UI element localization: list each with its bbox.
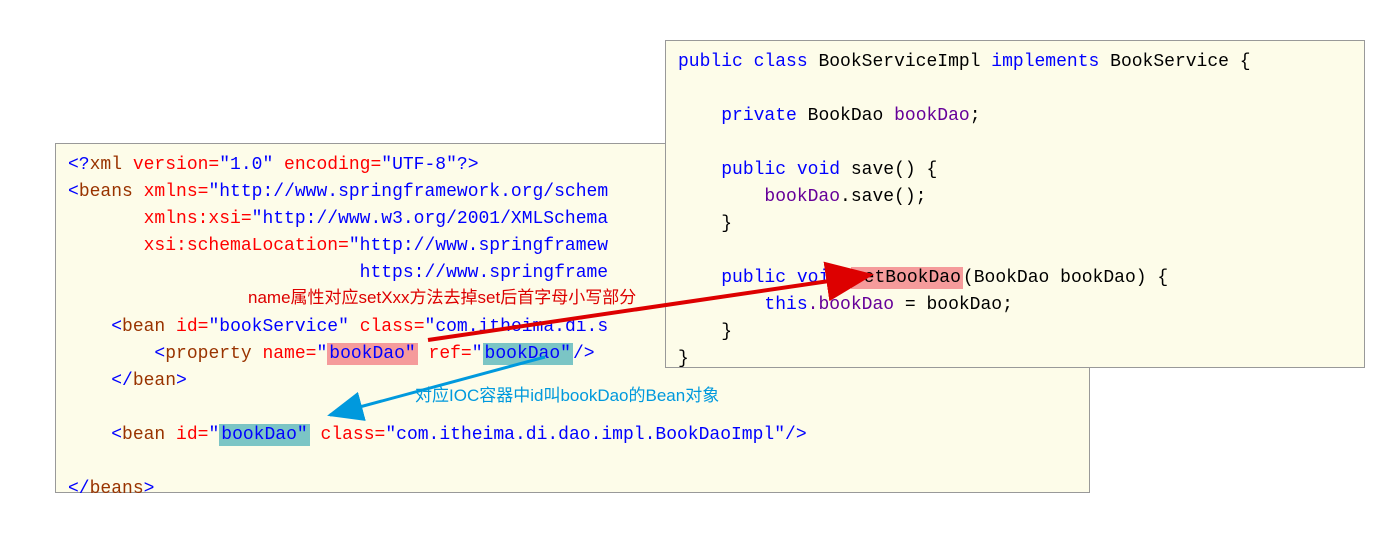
xml-decl-open: <? [68, 155, 90, 175]
prop-name-q2: " [405, 344, 416, 364]
kw-this: this [764, 295, 807, 315]
xml-encoding-val: "UTF-8" [381, 155, 457, 175]
beans-close-gt: > [144, 479, 155, 499]
xml-decl-close: ?> [457, 155, 479, 175]
kw-public2: public [721, 160, 786, 180]
bean2-class-val: "com.itheima.di.dao.impl.BookDaoImpl" [385, 425, 785, 445]
save-method: save [851, 160, 894, 180]
prop-name-attr: name= [252, 344, 317, 364]
bean2-id-q2: " [297, 425, 308, 445]
bean2-id-attr: id= [165, 425, 208, 445]
bean1-id-val: "bookService" [208, 317, 348, 337]
bean2-tag: bean [122, 425, 165, 445]
xml-version-attr: version= [122, 155, 219, 175]
field-name: bookDao [894, 106, 970, 126]
prop-ref-q1: " [472, 344, 483, 364]
xmlns-attr: xmlns= [133, 182, 209, 202]
setter-lbrace: { [1147, 268, 1169, 288]
prop-ref-attr: ref= [418, 344, 472, 364]
xmlns-xsi-attr: xmlns:xsi= [144, 209, 252, 229]
bean2-close: /> [785, 425, 807, 445]
java-code-box: public class BookServiceImpl implements … [665, 40, 1365, 368]
class-rbrace: } [678, 349, 689, 369]
save-rbrace: } [721, 214, 732, 234]
beans-tag: beans [79, 182, 133, 202]
field-semi: ; [970, 106, 981, 126]
prop-name-val: bookDao [329, 344, 405, 364]
param-type: BookDao [974, 268, 1050, 288]
bean1-close-gt: > [176, 371, 187, 391]
this-bookdao: .bookDao [808, 295, 894, 315]
setter-rbrace: } [721, 322, 732, 342]
bean2-lt: < [111, 425, 122, 445]
kw-public3: public [721, 268, 786, 288]
xmlns-xsi-val: "http://www.w3.org/2001/XMLSchema [252, 209, 608, 229]
save-body-rest: .save(); [840, 187, 926, 207]
blue-annotation: 对应IOC容器中id叫bookDao的Bean对象 [415, 381, 719, 406]
param-name: bookDao [1060, 268, 1136, 288]
save-parens: () [894, 160, 916, 180]
setbookdao-method: setBookDao [853, 268, 961, 288]
beans-open-lt: < [68, 182, 79, 202]
prop-lt: < [154, 344, 165, 364]
xml-version-val: "1.0" [219, 155, 273, 175]
prop-ref-q2: " [560, 344, 571, 364]
bean2-class-attr: class= [310, 425, 386, 445]
bean2-id-q1: " [208, 425, 219, 445]
save-body-bookdao: bookDao [764, 187, 840, 207]
bean1-tag: bean [122, 317, 165, 337]
iface-name: BookService [1110, 52, 1229, 72]
kw-void2: void [797, 268, 840, 288]
kw-private: private [721, 106, 797, 126]
eq-sign: = [894, 295, 926, 315]
assign-bookdao: bookDao; [926, 295, 1012, 315]
bean2-id-highlight: bookDao" [219, 424, 309, 446]
xsi-loc-val2: https://www.springframe [360, 263, 608, 283]
class-lbrace: { [1229, 52, 1251, 72]
xmlns-val: "http://www.springframework.org/schem [208, 182, 608, 202]
xml-decl-name: xml [90, 155, 122, 175]
prop-ref-highlight: bookDao" [483, 343, 573, 365]
bean1-class-val: "com.itheima.di.s [425, 317, 609, 337]
prop-name-q1: " [316, 344, 327, 364]
bean1-close-lt: </ [111, 371, 133, 391]
prop-name-highlight: bookDao" [327, 343, 417, 365]
kw-class: class [754, 52, 808, 72]
prop-close: /> [573, 344, 595, 364]
bean1-class-attr: class= [349, 317, 425, 337]
xml-encoding-attr: encoding= [273, 155, 381, 175]
beans-close-tag: beans [90, 479, 144, 499]
beans-close-lt: </ [68, 479, 90, 499]
save-lbrace: { [916, 160, 938, 180]
xsi-loc-attr: xsi:schemaLocation= [144, 236, 349, 256]
prop-tag: property [165, 344, 251, 364]
bean1-close-tag: bean [133, 371, 176, 391]
bean1-lt: < [111, 317, 122, 337]
red-annotation: name属性对应setXxx方法去掉set后首字母小写部分 [248, 283, 636, 308]
class-name: BookServiceImpl [818, 52, 980, 72]
bean1-id-attr: id= [165, 317, 208, 337]
kw-implements: implements [991, 52, 1099, 72]
kw-void1: void [797, 160, 840, 180]
xsi-loc-val1: "http://www.springframew [349, 236, 608, 256]
field-type: BookDao [808, 106, 884, 126]
kw-public1: public [678, 52, 743, 72]
prop-ref-val: bookDao [485, 344, 561, 364]
setbookdao-highlight: setBookDao [851, 267, 963, 289]
bean2-id-val: bookDao [221, 425, 297, 445]
